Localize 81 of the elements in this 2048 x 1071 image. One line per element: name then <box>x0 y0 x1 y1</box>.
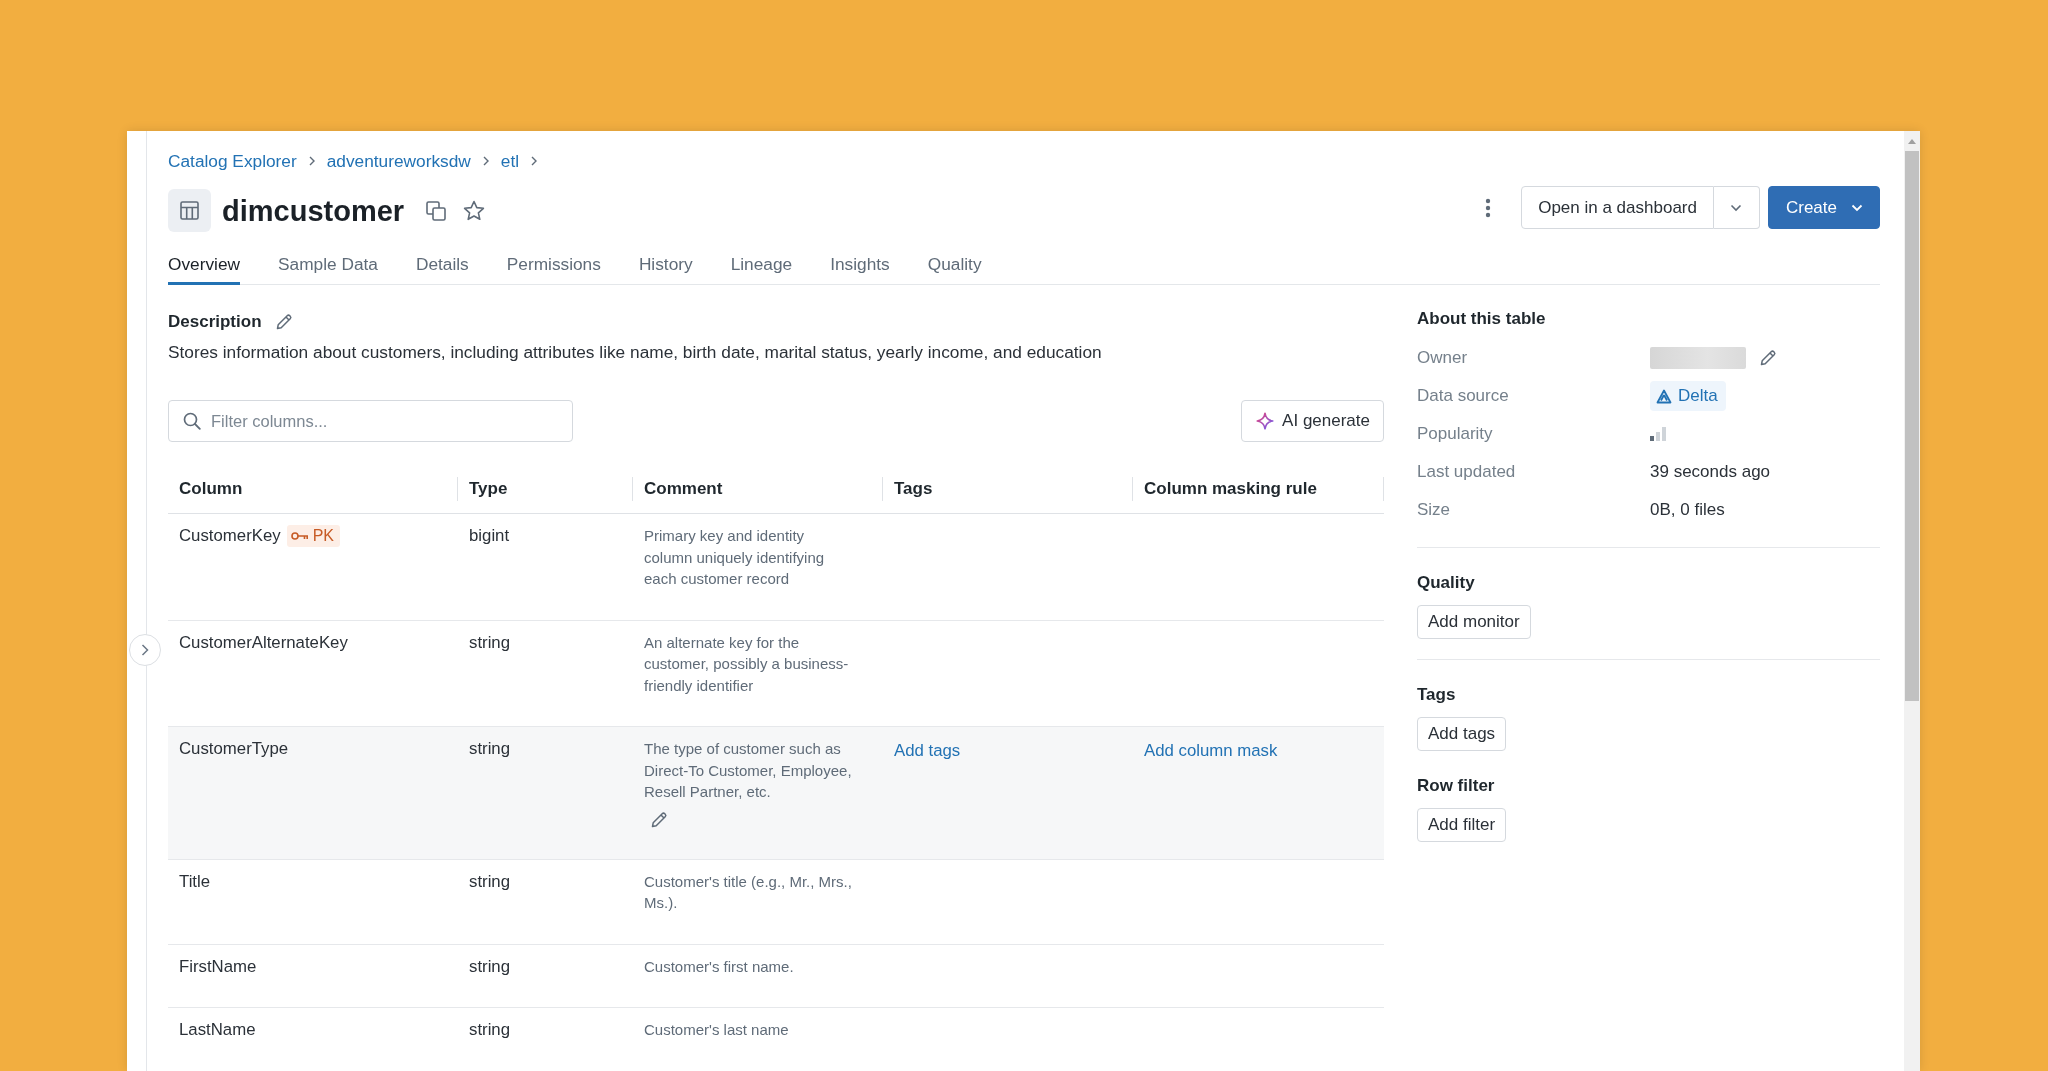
scrollbar[interactable] <box>1904 131 1920 1071</box>
table-title: dimcustomer <box>222 193 405 229</box>
section-heading: Row filter <box>1417 775 1496 797</box>
tab[interactable]: History <box>638 244 693 285</box>
description-label: Description <box>168 312 262 332</box>
create-button[interactable]: Create <box>1767 186 1880 229</box>
tab[interactable]: Details <box>415 244 469 285</box>
column-header: Column masking rule <box>1133 465 1384 513</box>
data-type: string <box>469 1020 511 1039</box>
open-dashboard-button[interactable]: Open in a dashboard <box>1521 186 1714 229</box>
tab[interactable]: Insights <box>830 244 890 285</box>
copy-icon[interactable] <box>426 200 447 221</box>
add-button[interactable]: Add monitor <box>1417 605 1531 639</box>
column-comment: Primary key and identity column uniquely identifying each customer record <box>644 526 826 589</box>
data-source-tag[interactable]: Delta <box>1650 381 1726 411</box>
column-comment: Customer's last name <box>644 1020 790 1040</box>
tab[interactable]: Sample Data <box>278 244 378 285</box>
ai-generate-button[interactable]: AI generate <box>1241 400 1384 442</box>
add-tags-link[interactable]: Add tags <box>894 740 961 762</box>
column-name: CustomerKey <box>179 525 281 547</box>
caret-down-icon <box>1851 203 1863 212</box>
panel-heading: About this table <box>1417 308 1547 330</box>
section-heading: Quality <box>1417 572 1476 594</box>
pencil-icon[interactable] <box>1759 349 1777 367</box>
breadcrumb-link[interactable]: Catalog Explorer <box>168 151 297 171</box>
sparkle-icon <box>1256 412 1275 430</box>
field-value: 39 seconds ago <box>1650 462 1771 482</box>
star-icon[interactable] <box>463 200 486 221</box>
more-options-icon[interactable] <box>1485 197 1492 218</box>
chevron-right-icon <box>482 156 489 166</box>
field-value: 0B, 0 files <box>1650 500 1725 520</box>
column-name: CustomerType <box>179 738 289 760</box>
column-name: LastName <box>179 1019 256 1041</box>
add-button[interactable]: Add filter <box>1417 808 1507 842</box>
column-header: Comment <box>633 465 883 513</box>
filter-field[interactable]: Filter columns... <box>168 400 573 442</box>
key-icon <box>290 530 309 541</box>
data-type: string <box>469 739 511 758</box>
data-type: string <box>469 632 511 652</box>
add-column-mask-link[interactable]: Add column mask <box>1144 740 1278 762</box>
pencil-icon[interactable] <box>650 810 668 829</box>
tab[interactable]: Lineage <box>730 244 793 285</box>
section-heading: Tags <box>1417 684 1457 706</box>
column-name: FirstName <box>179 955 257 977</box>
tab[interactable]: Overview <box>168 244 241 285</box>
column-comment: Customer's title (e.g., Mr., Mrs., Ms.). <box>644 871 853 913</box>
table-icon <box>168 189 211 232</box>
column-header: Type <box>458 465 633 513</box>
column-name: CustomerAlternateKey <box>179 631 348 653</box>
column-name: Title <box>179 870 211 892</box>
field-label: Data source <box>1417 386 1510 406</box>
chevron-right-icon <box>308 156 315 166</box>
tab[interactable]: Permissions <box>506 244 601 285</box>
chevron-right-icon <box>141 644 149 656</box>
column-comment: The type of customer such as Direct-To Customer, Employee, Resell Partner, etc. <box>644 739 853 802</box>
chevron-right-icon <box>531 156 538 166</box>
popularity-bars-icon <box>1650 427 1667 441</box>
data-source-name: Delta <box>1678 386 1718 406</box>
field-label: Owner <box>1417 348 1469 368</box>
data-type: string <box>469 956 511 976</box>
column-comment: An alternate key for the customer, possibly a business-friendly identifier <box>644 632 850 696</box>
caret-down-icon <box>1730 203 1743 212</box>
primary-key-label: PK <box>312 526 334 546</box>
sidebar-toggle[interactable] <box>129 634 161 666</box>
breadcrumb-link[interactable]: etl <box>500 151 520 171</box>
search-icon <box>183 412 201 430</box>
description-text: Stores information about customers, including attributes like name, birth date, marital status, yearly income, and education <box>168 341 1103 363</box>
scrollbar-thumb[interactable] <box>1905 151 1919 701</box>
column-header: Column <box>168 465 458 513</box>
column-header: Tags <box>883 465 1133 513</box>
pencil-icon[interactable] <box>274 313 293 331</box>
triangle-icon <box>1656 388 1672 404</box>
breadcrumb-link[interactable]: adventureworksdw <box>326 151 471 171</box>
field-label: Popularity <box>1417 424 1494 444</box>
add-button[interactable]: Add tags <box>1417 717 1507 751</box>
field-label: Last updated <box>1417 462 1517 482</box>
column-comment: Customer's first name. <box>644 956 795 977</box>
data-type: string <box>469 871 511 891</box>
data-type: bigint <box>469 526 510 545</box>
field-label: Size <box>1417 500 1452 520</box>
tab[interactable]: Quality <box>927 244 982 285</box>
